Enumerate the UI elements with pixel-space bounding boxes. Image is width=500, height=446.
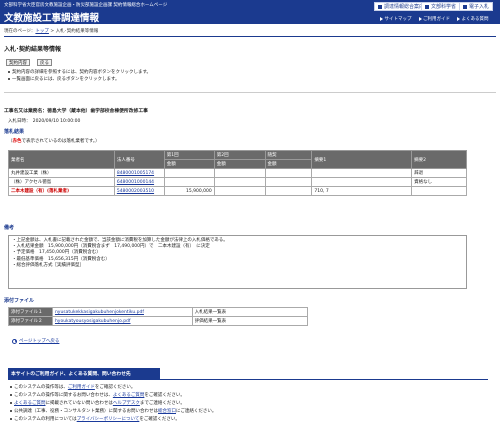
col-header: 法人番号 (113, 150, 165, 169)
arrow-right-icon (380, 17, 383, 21)
bidder-name: （株）アクセル徳島 (8, 177, 115, 187)
guide-item: このシステムの操作等は、ご利用ガイドをご確認ください。 (10, 384, 135, 390)
attachment-label: 添付ファイル１ (8, 307, 53, 317)
table-row-winner: 二本木建設（有）(落札業者) 5480002003510 15,900,000 … (8, 186, 467, 196)
remarks-box: ・上記金額は、入札書に記載された金額で、当該金額に消費税を加算した金額が法律上の… (8, 235, 467, 289)
guide-item: このシステムの操作等に関するお問い合わせは、よくあるご質問をご確認ください。 (10, 392, 185, 398)
attachments-table: 添付ファイル１ nyusatukekkasigakubuhenjokentiku… (8, 307, 309, 326)
table-header-row: 業者名 法人番号 第1回 第2回 随契 摘要1 摘要2 (8, 150, 467, 169)
attachment-link[interactable]: nyusatukekkasigakubuhenjokentiku.pdf (51, 307, 193, 317)
helpdesk-link[interactable]: ヘルプデスク (113, 401, 140, 406)
col-subheader: 金額 (163, 159, 215, 169)
table-row: 添付ファイル２ hyoukatyousyosigakubuhenjo.pdf 評… (8, 316, 309, 326)
breadcrumb-current: 入札･契約結果等情報 (55, 29, 99, 34)
contact-link[interactable]: 総合窓口 (158, 409, 176, 414)
breadcrumb: 現在のページ：トップ > 入札･契約結果等情報 (4, 29, 99, 34)
winning-bidder-name: 二本木建設（有）(落札業者) (8, 186, 115, 196)
page-title: 入札･契約結果等情報 (4, 46, 62, 53)
guide-item: このシステムの利用についてはプライバシーポリシーについてをご確認ください。 (10, 416, 180, 422)
attachment-desc: 評価結果一覧表 (191, 316, 309, 326)
remark-line: ・総合評価落札方式［実績評価型］ (12, 262, 84, 268)
remark2: 辞退 (411, 168, 467, 178)
divider (4, 92, 496, 93)
remarks-heading: 備考 (4, 225, 15, 231)
procurement-guide-button[interactable]: 調達情報総合案内 (374, 2, 429, 11)
instruction-item: 契約内容の詳細を参照するには、契約内容ボタンをクリックします。 (8, 69, 151, 75)
guide-item: 公共調達（工事、役務・コンサルタント業務）に関するお問い合わせは総合窓口にご連絡… (10, 408, 216, 414)
results-heading: 落札結果 (4, 129, 25, 135)
faq-link[interactable]: よくあるご質問 (113, 393, 145, 398)
col-header: 随契 (264, 150, 313, 160)
arrow-right-icon (418, 17, 422, 21)
nav-faq[interactable]: よくある質問 (457, 16, 489, 22)
attachment-label: 添付ファイル２ (8, 316, 53, 326)
bid-date: 入札日時： 2020/09/10 10:00:00 (8, 119, 81, 124)
col-header: 第2回 (213, 150, 266, 160)
col-header: 摘要2 (411, 150, 467, 169)
square-icon (425, 4, 429, 9)
corp-number-link[interactable]: 6480001000144 (113, 177, 165, 187)
remark2: 資格なし (411, 177, 467, 187)
arrow-circle-icon (12, 338, 17, 344)
bidder-name: 丸井建設工業（株） (8, 168, 115, 178)
guide-item: よくあるご質問に掲載されていない問い合わせはヘルプデスクまでご連絡ください。 (10, 400, 185, 406)
col-subheader: 金額 (213, 159, 266, 169)
files-heading: 添付ファイル (4, 298, 35, 304)
site-header: 文部科学省大臣官房文教施設企画・防災部施設企画課 契約情報総合ホームページ 文教… (0, 0, 500, 24)
corp-number-link[interactable]: 8480001005174 (113, 168, 165, 178)
mext-button[interactable]: 文部科学省 (421, 2, 461, 11)
instruction-item: 一覧画面に戻るには、戻るボタンをクリックします。 (8, 76, 120, 82)
guide-link[interactable]: ご利用ガイド (68, 385, 95, 390)
square-icon (378, 4, 382, 9)
contract-details-button[interactable]: 契約内容 (6, 59, 30, 66)
site-title[interactable]: 文教施設工事調達情報 (4, 10, 99, 24)
header-nav: サイトマップ ご利用ガイド よくある質問 (380, 16, 489, 22)
bid-amount: 15,900,000 (163, 186, 215, 196)
nav-sitemap[interactable]: サイトマップ (380, 16, 412, 22)
e-bidding-button[interactable]: 電子入札 (459, 2, 494, 11)
attachment-link[interactable]: hyoukatyousyosigakubuhenjo.pdf (51, 316, 193, 326)
project-name: 工事名又は業務名：徳島大学（蔵本他）歯学部校舎棟便所改修工事 (4, 109, 148, 114)
privacy-link[interactable]: プライバシーポリシーについて (77, 417, 140, 422)
col-header: 第1回 (163, 150, 215, 160)
faq-link[interactable]: よくあるご質問 (14, 401, 46, 406)
remark1: 710, 7 (311, 186, 413, 196)
divider (4, 36, 496, 37)
page-top-link[interactable]: ページトップへ戻る (12, 338, 59, 344)
back-button[interactable]: 戻る (37, 59, 52, 66)
breadcrumb-top-link[interactable]: トップ (35, 29, 49, 34)
col-subheader: 金額 (264, 159, 313, 169)
table-row: 添付ファイル１ nyusatukekkasigakubuhenjokentiku… (8, 307, 309, 317)
guide-heading: 本サイトのご利用ガイド、よくある質問、問い合わせ先 (8, 368, 160, 379)
table-row: （株）アクセル徳島 6480001000144 資格なし (8, 177, 467, 187)
results-note: （赤色で表示されているのは落札業者です。） (8, 139, 100, 144)
arrow-right-icon (457, 17, 460, 21)
corp-number-link[interactable]: 5480002003510 (113, 186, 165, 196)
nav-guide[interactable]: ご利用ガイド (418, 16, 450, 22)
col-header: 摘要1 (311, 150, 413, 169)
site-subtitle: 文部科学省大臣官房文教施設企画・防災部施設企画課 契約情報総合ホームページ (4, 3, 168, 8)
attachment-desc: 入札結果一覧表 (191, 307, 309, 317)
col-header: 業者名 (8, 150, 115, 169)
divider (8, 379, 488, 380)
table-row: 丸井建設工業（株） 8480001005174 辞退 (8, 168, 467, 178)
results-table: 業者名 法人番号 第1回 第2回 随契 摘要1 摘要2 金額 金額 金額 丸井建… (8, 150, 467, 196)
square-icon (463, 4, 467, 9)
